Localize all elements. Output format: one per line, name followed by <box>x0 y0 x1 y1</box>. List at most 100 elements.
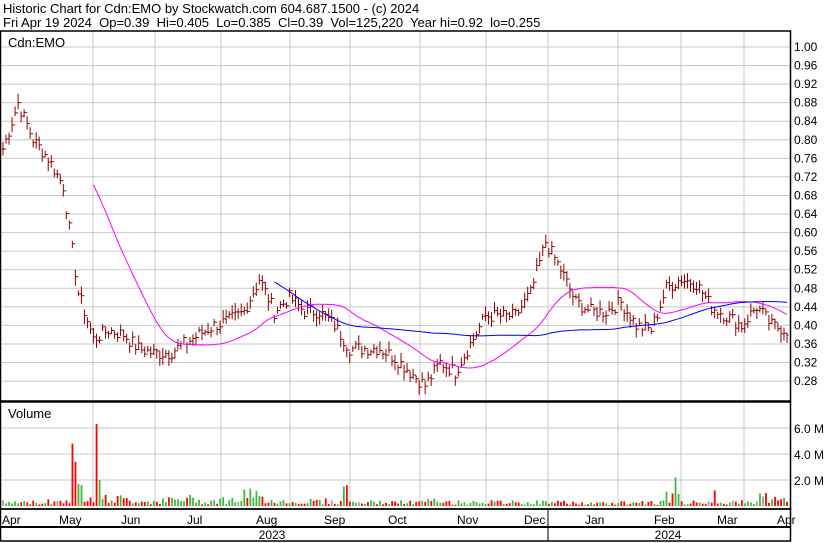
price-tick-label: 0.60 <box>794 226 818 240</box>
volume-bar <box>210 500 213 506</box>
volume-bar <box>2 500 4 506</box>
volume-bar <box>195 502 197 506</box>
volume-bar <box>472 501 475 506</box>
volume-bar <box>433 498 436 506</box>
volume-bar <box>460 503 463 506</box>
volume-bar <box>514 502 517 506</box>
volume-bar <box>511 500 514 506</box>
year-label: 2024 <box>655 528 682 542</box>
volume-bar <box>146 501 149 506</box>
volume-bar <box>478 503 481 506</box>
month-label: Dec <box>524 513 545 527</box>
volume-bar <box>762 496 764 506</box>
volume-bar <box>20 502 23 506</box>
volume-bar <box>107 502 110 506</box>
volume-bar <box>44 503 47 506</box>
volume-bar <box>689 503 692 506</box>
volume-bar <box>56 501 59 506</box>
volume-bar <box>737 503 740 506</box>
volume-bar <box>83 501 86 506</box>
month-label: Mar <box>717 513 738 527</box>
volume-bar <box>406 503 409 506</box>
volume-bar <box>255 491 258 506</box>
volume-bar <box>466 504 469 506</box>
volume-bar <box>258 496 261 506</box>
volume-bar <box>285 503 288 506</box>
symbol-label: Cdn:EMO <box>8 35 65 50</box>
volume-bar <box>427 499 430 506</box>
volume-bar <box>168 497 170 506</box>
volume-bar <box>759 493 761 506</box>
volume-bar <box>566 503 568 506</box>
volume-bar <box>563 500 565 506</box>
volume-bar <box>626 504 629 506</box>
volume-bar <box>17 503 20 506</box>
volume-bar <box>382 504 384 506</box>
volume-bar <box>261 496 264 506</box>
volume-bar <box>183 501 185 506</box>
volume-bar <box>786 501 788 506</box>
volume-bar <box>451 504 454 506</box>
volume-bar <box>469 502 472 506</box>
volume-bar <box>502 503 505 506</box>
volume-bar <box>517 502 520 506</box>
volume-bar <box>611 502 614 506</box>
volume-bar <box>499 500 502 506</box>
volume-bar <box>475 502 478 506</box>
volume-bar <box>128 500 131 506</box>
volume-bar <box>339 501 342 506</box>
volume-bar <box>454 504 457 506</box>
volume-bar <box>641 501 644 506</box>
volume-bar <box>662 500 665 506</box>
volume-bar <box>222 497 225 506</box>
volume-bar <box>747 501 749 506</box>
volume-bar <box>171 497 173 506</box>
volume-bar <box>125 497 128 506</box>
volume-bar <box>587 504 589 506</box>
volume-bar <box>345 485 348 506</box>
volume-bar <box>665 491 668 506</box>
volume-bar <box>734 501 737 506</box>
volume-tick-label: 6.0 M <box>794 422 824 436</box>
month-label: Jun <box>121 513 140 527</box>
volume-bar <box>116 496 119 506</box>
volume-bar <box>783 497 785 506</box>
volume-bar <box>159 503 161 506</box>
volume-bar <box>596 502 599 506</box>
volume-bar <box>743 503 746 506</box>
volume-bar <box>728 502 731 506</box>
volume-bar <box>252 497 255 506</box>
volume-bar <box>74 461 77 506</box>
volume-bar <box>95 424 98 506</box>
volume-bar <box>457 500 460 506</box>
price-tick-label: 0.84 <box>794 114 818 128</box>
volume-bar <box>538 504 541 506</box>
moving-average-line <box>93 184 788 369</box>
volume-bar <box>198 499 200 506</box>
volume-bar <box>143 501 146 506</box>
month-label: Apr <box>777 513 796 527</box>
volume-bar <box>364 503 366 506</box>
volume-bar <box>333 503 336 506</box>
volume-bar <box>695 502 698 506</box>
month-label: Oct <box>388 513 407 527</box>
volume-bar <box>547 503 550 506</box>
volume-bar <box>445 501 448 506</box>
year-label: 2023 <box>259 528 286 542</box>
volume-bar <box>629 503 632 506</box>
volume-bar <box>554 503 556 506</box>
price-tick-label: 0.56 <box>794 244 818 258</box>
volume-bar <box>234 502 237 506</box>
volume-bar <box>593 504 596 506</box>
volume-bar <box>297 504 300 506</box>
stock-chart[interactable]: 1.00 0.96 0.92 0.88 0.84 0.80 0.76 0.72 0.68 0.64… <box>0 0 830 543</box>
price-tick-label: 0.88 <box>794 96 818 110</box>
volume-bar <box>140 501 143 506</box>
volume-bar <box>370 500 372 506</box>
volume-bar <box>373 501 375 506</box>
volume-bar <box>731 500 734 506</box>
price-tick-label: 0.44 <box>794 300 818 314</box>
volume-bar <box>541 500 544 506</box>
volume-bar <box>415 501 418 506</box>
volume-bar <box>572 501 574 506</box>
